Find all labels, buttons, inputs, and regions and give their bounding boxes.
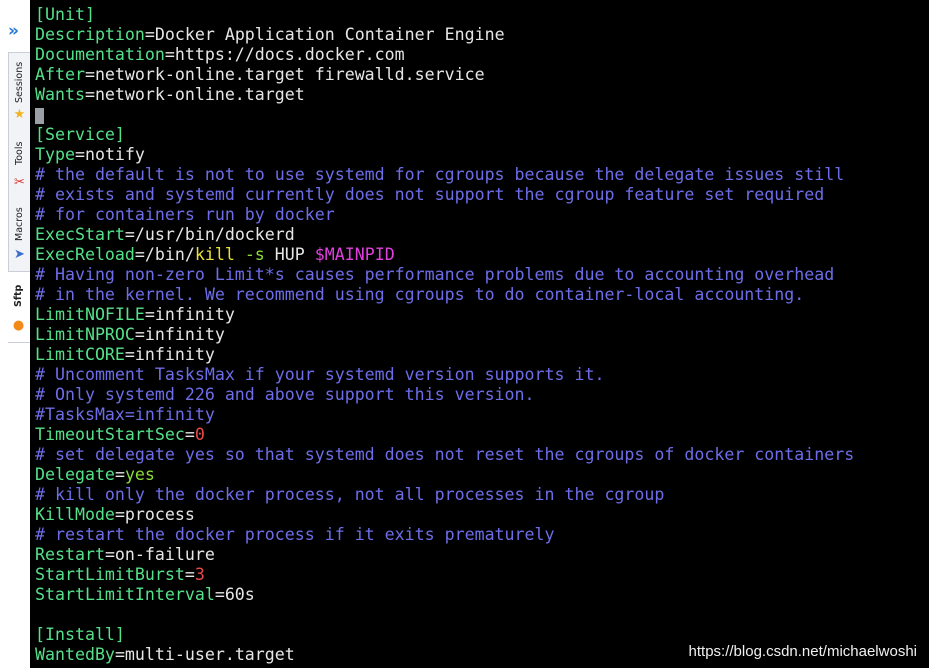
terminal-line: ExecReload=/bin/kill -s HUP $MAINPID: [35, 245, 395, 264]
terminal-line: Documentation=https://docs.docker.com: [35, 45, 405, 64]
tab-tools[interactable]: Tools ✂: [9, 125, 30, 195]
terminal-comment-line: # Only systemd 226 and above support thi…: [35, 385, 535, 404]
tab-macros-label: Macros: [14, 207, 25, 241]
terminal-comment-line: # in the kernel. We recommend using cgro…: [35, 285, 805, 304]
tab-sessions-label: Sessions: [14, 61, 25, 103]
tab-sftp[interactable]: Sftp ●: [8, 271, 30, 343]
terminal-line: Restart=on-failure: [35, 545, 215, 564]
terminal-line: [Unit]: [35, 5, 95, 24]
terminal-line: [35, 105, 929, 125]
tab-sessions[interactable]: Sessions ★: [9, 53, 30, 123]
side-tab-strip: Sessions ★ Tools ✂ Macros ➤ Sftp ●: [8, 52, 30, 343]
terminal-line: After=network-online.target firewalld.se…: [35, 65, 485, 84]
terminal-comment-line: # Having non-zero Limit*s causes perform…: [35, 265, 835, 284]
terminal-comment-line: # kill only the docker process, not all …: [35, 485, 665, 504]
tools-icon: ✂: [14, 175, 25, 190]
watermark-text: https://blog.csdn.net/michaelwoshi: [688, 643, 917, 660]
tab-macros[interactable]: Macros ➤: [9, 197, 30, 267]
terminal-line: StartLimitBurst=3: [35, 565, 205, 584]
terminal-comment-line: # set delegate yes so that systemd does …: [35, 445, 855, 464]
terminal-line: LimitNOFILE=infinity: [35, 305, 235, 324]
terminal-comment-line: # Uncomment TasksMax if your systemd ver…: [35, 365, 605, 384]
macros-icon: ➤: [14, 247, 25, 262]
terminal-comment-line: # restart the docker process if it exits…: [35, 525, 555, 544]
terminal-comment-line: # exists and systemd currently does not …: [35, 185, 825, 204]
terminal-line: [Service]: [35, 125, 125, 144]
terminal-line: LimitNPROC=infinity: [35, 325, 225, 344]
terminal-comment-line: # the default is not to use systemd for …: [35, 165, 845, 184]
text-cursor: [35, 107, 44, 124]
terminal-line: TimeoutStartSec=0: [35, 425, 205, 444]
tab-tools-label: Tools: [14, 141, 25, 165]
terminal-line: Description=Docker Application Container…: [35, 25, 505, 44]
terminal-comment-line: # for containers run by docker: [35, 205, 335, 224]
side-panel: » Sessions ★ Tools ✂ Macros ➤ Sftp ●: [0, 0, 30, 668]
terminal-line: LimitCORE=infinity: [35, 345, 215, 364]
expand-panel-icon[interactable]: »: [8, 22, 26, 40]
terminal-line: Wants=network-online.target: [35, 85, 305, 104]
terminal-line: Type=notify: [35, 145, 145, 164]
sftp-icon: ●: [12, 318, 25, 333]
terminal-line: StartLimitInterval=60s: [35, 585, 255, 604]
terminal-line: [Install]: [35, 625, 125, 644]
terminal-comment-line: #TasksMax=infinity: [35, 405, 215, 424]
terminal-line: KillMode=process: [35, 505, 195, 524]
terminal-output[interactable]: [Unit] Description=Docker Application Co…: [30, 0, 929, 668]
terminal-line: Delegate=yes: [35, 465, 155, 484]
star-icon: ★: [13, 107, 26, 122]
tab-sftp-label: Sftp: [13, 284, 24, 308]
terminal-line: ExecStart=/usr/bin/dockerd: [35, 225, 295, 244]
